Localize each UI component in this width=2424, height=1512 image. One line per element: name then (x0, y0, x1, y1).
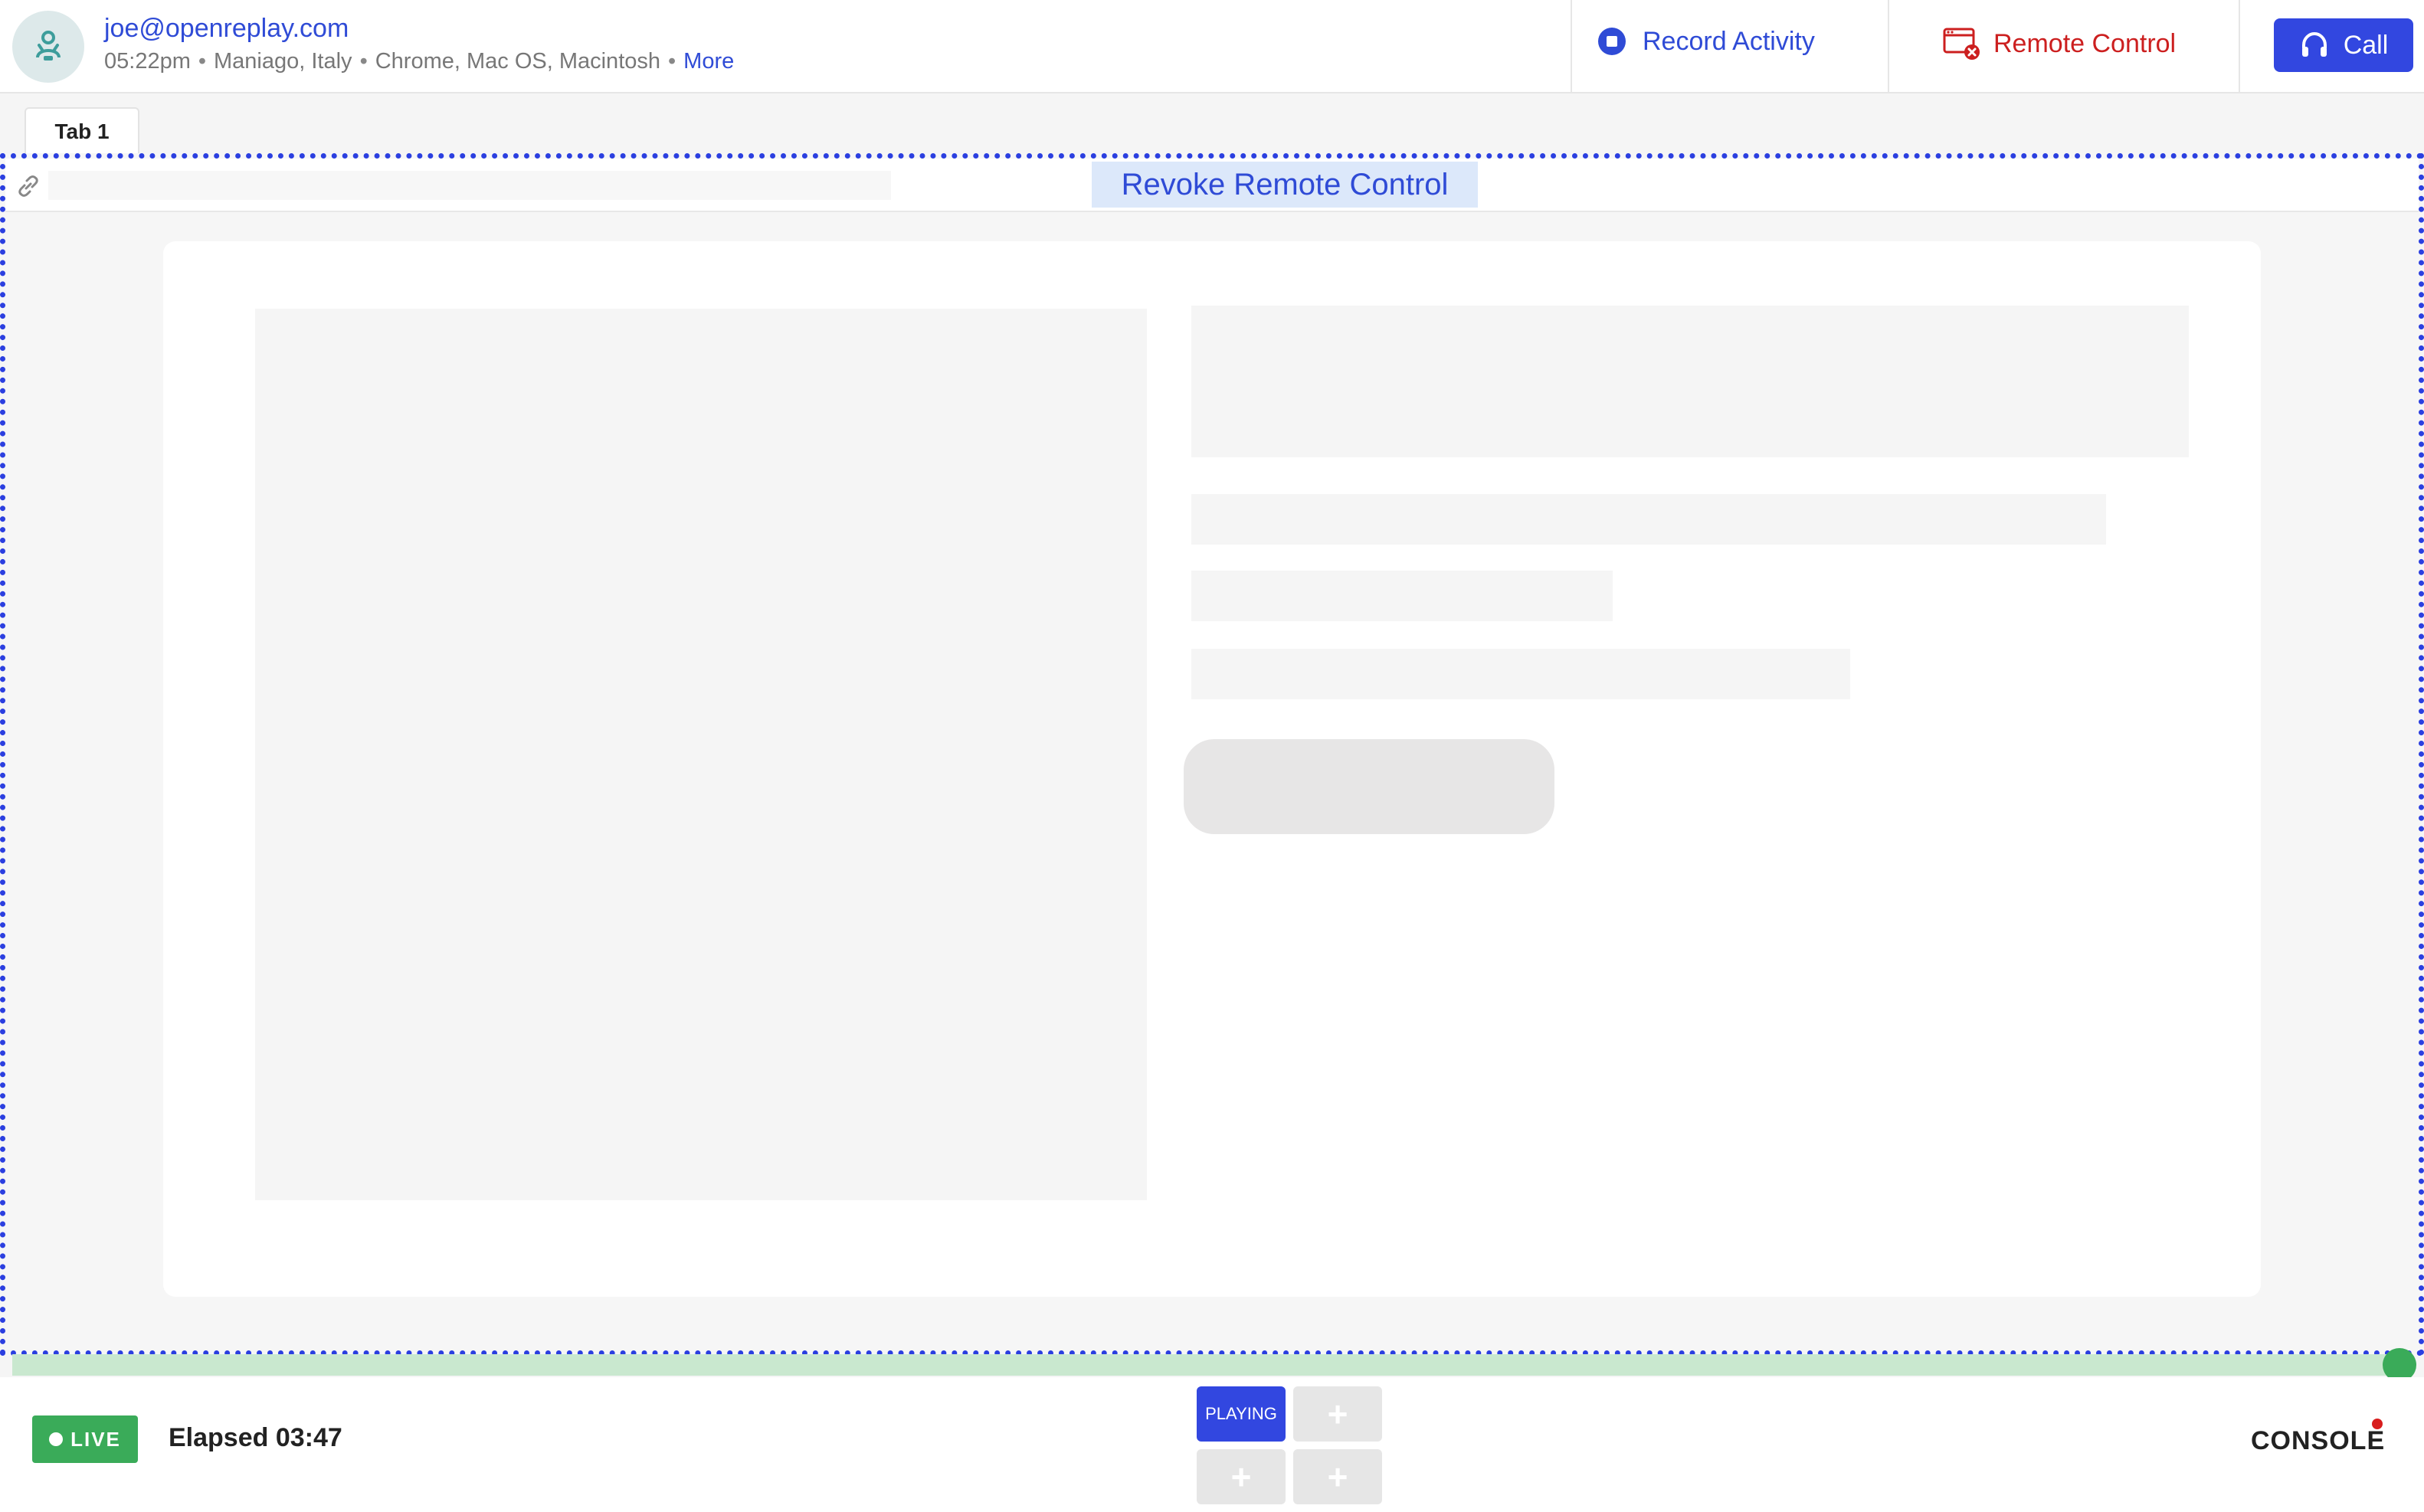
header-divider (1888, 0, 1889, 93)
skeleton-image (255, 309, 1147, 1200)
page-skeleton-card (163, 241, 2261, 1297)
user-email[interactable]: joe@openreplay.com (104, 14, 349, 44)
record-activity-button[interactable]: Record Activity (1597, 26, 1815, 57)
elapsed-time: Elapsed 03:47 (169, 1423, 342, 1452)
remote-control-button[interactable]: Remote Control (1943, 26, 2176, 61)
skeleton-line (1191, 649, 1850, 699)
live-label: LIVE (70, 1427, 121, 1451)
session-environment: Chrome, Mac OS, Macintosh (375, 49, 661, 74)
live-timeline[interactable] (12, 1354, 2399, 1376)
tab-1[interactable]: Tab 1 (25, 107, 139, 155)
header-divider (1571, 0, 1572, 93)
add-tile-button[interactable]: + (1293, 1449, 1382, 1504)
console-notification-dot (2372, 1419, 2383, 1429)
skeleton-line (1191, 571, 1613, 621)
record-activity-label: Record Activity (1643, 26, 1815, 56)
url-bar: Revoke Remote Control (5, 159, 2419, 212)
record-stop-icon (1598, 28, 1626, 55)
live-dot-icon (49, 1432, 64, 1446)
remote-control-label: Remote Control (1993, 28, 2177, 58)
link-icon (18, 175, 38, 197)
remote-control-frame[interactable]: Revoke Remote Control (0, 153, 2424, 1356)
user-support-icon (36, 31, 61, 61)
revoke-remote-control-button[interactable]: Revoke Remote Control (1092, 162, 1478, 208)
player-controls: LIVE Elapsed 03:47 PLAYING + + + CONSOLE (0, 1377, 2424, 1512)
skeleton-button (1184, 739, 1554, 834)
meta-separator: • (198, 49, 207, 74)
meta-separator: • (668, 49, 676, 74)
skeleton-heading (1191, 306, 2189, 457)
live-badge: LIVE (32, 1415, 138, 1463)
headset-icon (2301, 31, 2327, 57)
session-location: Maniago, Italy (214, 49, 352, 74)
add-tile-button[interactable]: + (1197, 1449, 1286, 1504)
remote-window-close-icon (1943, 28, 1980, 60)
header-divider (2239, 0, 2240, 93)
add-tile-button[interactable]: + (1293, 1386, 1382, 1442)
call-label: Call (2343, 30, 2389, 60)
session-time: 05:22pm (104, 49, 191, 74)
session-meta: 05:22pm • Maniago, Italy • Chrome, Mac OS, M… (104, 49, 734, 74)
url-field (48, 171, 891, 200)
meta-separator: • (359, 49, 368, 74)
skeleton-line (1191, 494, 2106, 545)
session-header: joe@openreplay.com 05:22pm • Maniago, Ital… (0, 0, 2424, 93)
more-link[interactable]: More (683, 49, 734, 74)
playing-tile-button[interactable]: PLAYING (1197, 1386, 1286, 1442)
user-avatar (12, 11, 84, 83)
console-button[interactable]: CONSOLE (2251, 1426, 2385, 1456)
call-button[interactable]: Call (2274, 18, 2413, 72)
